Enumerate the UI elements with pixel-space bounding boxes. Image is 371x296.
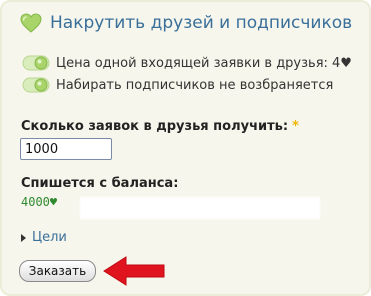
- balance-value: 4000♥: [21, 195, 58, 209]
- page-title: Накрутить друзей и подписчиков: [50, 13, 353, 33]
- balance-label: Спишется с баланса:: [21, 176, 179, 191]
- goals-link-label: Цели: [32, 230, 67, 245]
- goals-link[interactable]: Цели: [21, 230, 67, 245]
- subscribers-info-row: Набирать подписчиков не возбраняется: [22, 76, 333, 94]
- order-button[interactable]: Заказать: [19, 260, 96, 282]
- price-info-text: Цена одной входящей заявки в друзья: 4♥: [56, 55, 352, 71]
- toggle-icon: [22, 77, 50, 93]
- arrow-left-icon: [103, 256, 165, 286]
- quantity-label: Сколько заявок в друзья получить: *: [21, 119, 299, 134]
- order-panel: Накрутить друзей и подписчиков Цена одно…: [0, 0, 371, 296]
- subscribers-info-text: Набирать подписчиков не возбраняется: [56, 77, 334, 93]
- redacted-area: [80, 197, 320, 219]
- heart-icon: [20, 13, 42, 33]
- required-star: *: [292, 119, 299, 134]
- expand-triangle-icon: [21, 233, 26, 242]
- panel-header: Накрутить друзей и подписчиков: [20, 13, 352, 33]
- quantity-input[interactable]: [20, 138, 112, 160]
- quantity-label-text: Сколько заявок в друзья получить:: [21, 119, 289, 134]
- price-info-row: Цена одной входящей заявки в друзья: 4♥: [22, 54, 352, 72]
- toggle-icon: [22, 55, 50, 71]
